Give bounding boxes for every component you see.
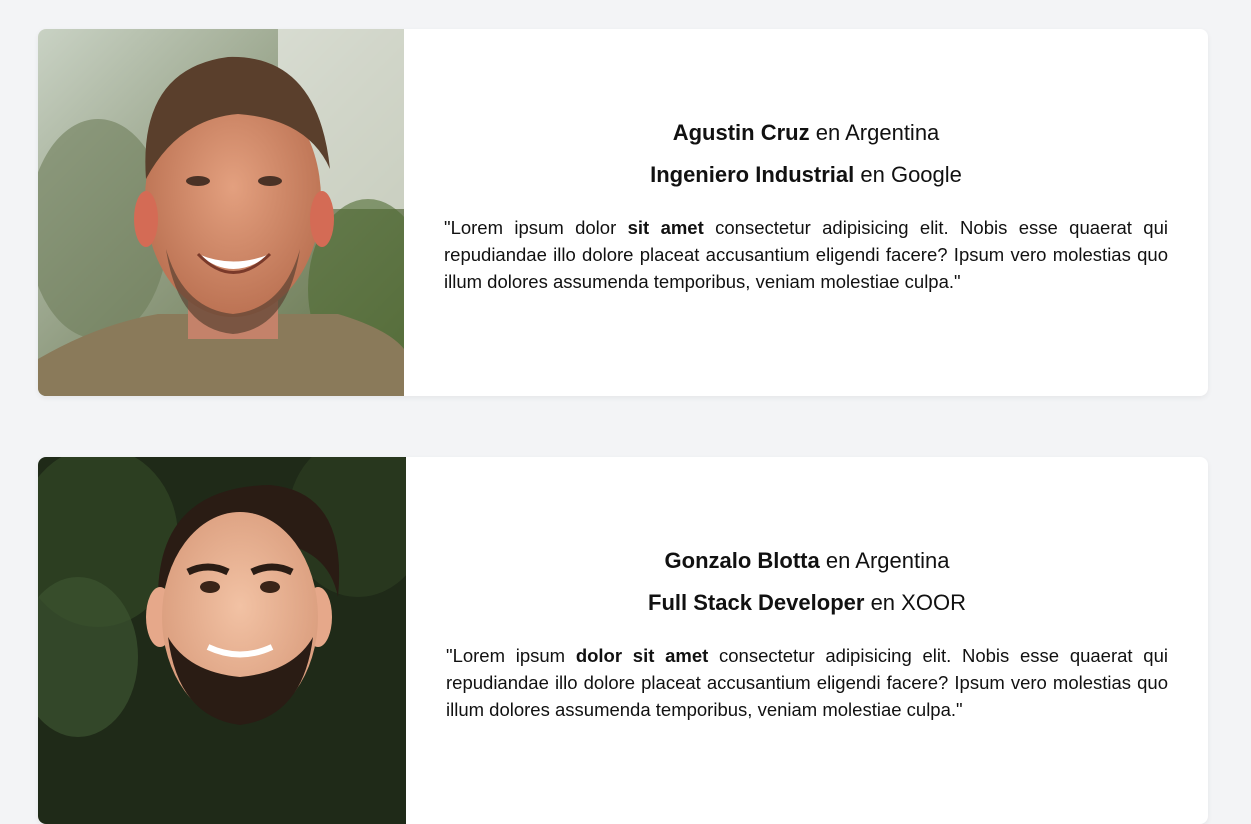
- quote-bold: dolor sit amet: [575, 644, 709, 666]
- avatar-photo: [38, 29, 404, 396]
- role-company-line: Full Stack Developer en XOOR: [446, 582, 1168, 624]
- company: XOOR: [901, 589, 966, 615]
- company-prefix: en: [870, 589, 896, 615]
- testimonial-card: Agustin Cruz en Argentina Ingeniero Indu…: [38, 29, 1208, 396]
- testimonial-content: Gonzalo Blotta en Argentina Full Stack D…: [406, 457, 1208, 824]
- person-name: Agustin Cruz: [672, 119, 810, 145]
- role-company-line: Ingeniero Industrial en Google: [444, 154, 1168, 196]
- location: Argentina: [845, 119, 940, 145]
- person-role: Full Stack Developer: [648, 589, 865, 615]
- testimonial-quote: "Lorem ipsum dolor sit amet consectetur …: [446, 642, 1168, 723]
- profile-photo: [38, 457, 406, 824]
- testimonial-content: Agustin Cruz en Argentina Ingeniero Indu…: [404, 29, 1208, 396]
- company: Google: [890, 161, 962, 187]
- quote-bold: sit amet: [627, 216, 704, 238]
- testimonial-quote: "Lorem ipsum dolor sit amet consectetur …: [444, 214, 1168, 295]
- profile-photo: [38, 29, 404, 396]
- location-prefix: en: [825, 547, 851, 573]
- name-location-line: Agustin Cruz en Argentina: [444, 112, 1168, 154]
- location-prefix: en: [815, 119, 841, 145]
- company-prefix: en: [860, 161, 885, 187]
- avatar-photo: [38, 457, 406, 824]
- person-role: Ingeniero Industrial: [650, 161, 855, 187]
- quote-start: "Lorem ipsum: [446, 644, 576, 666]
- name-location-line: Gonzalo Blotta en Argentina: [446, 540, 1168, 582]
- person-name: Gonzalo Blotta: [664, 547, 820, 573]
- quote-start: "Lorem ipsum dolor: [444, 216, 628, 238]
- location: Argentina: [855, 547, 950, 573]
- testimonial-card: Gonzalo Blotta en Argentina Full Stack D…: [38, 457, 1208, 824]
